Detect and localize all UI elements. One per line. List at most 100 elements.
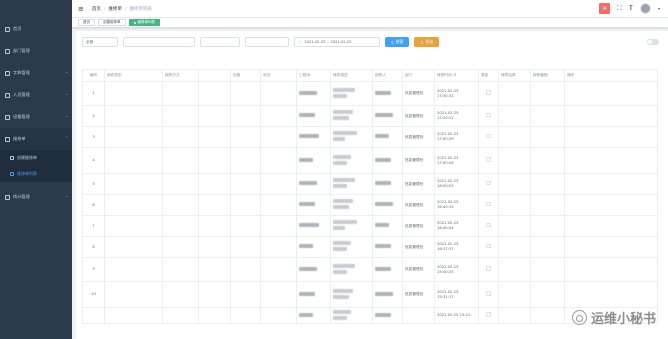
cell-type xyxy=(104,257,163,282)
redacted-text xyxy=(299,312,313,317)
avatar[interactable] xyxy=(639,3,651,14)
cell-result xyxy=(498,147,531,174)
close-icon[interactable]: ✕ xyxy=(599,3,611,14)
sidebar: 首页 部门管理 字典管理 ⌄ 人员管理 ⌄ 设备管理 ⌄ 维修单 ⌃ 创建维修单 维修单… xyxy=(0,0,72,339)
cell-description xyxy=(330,281,373,308)
cell-id: 2 xyxy=(82,105,105,127)
chevron-down-icon: ⌄ xyxy=(65,92,68,96)
sort-icon[interactable]: ⇵ xyxy=(453,73,456,77)
cell-urgent xyxy=(478,215,499,237)
breadcrumb-item[interactable]: 首页 xyxy=(92,7,101,12)
sidebar-item-dictionary[interactable]: 字典管理 ⌄ xyxy=(0,62,72,84)
caret-down-icon[interactable]: ▾ xyxy=(658,6,660,11)
cell-id: 3 xyxy=(82,126,105,148)
status-select[interactable]: 全部 ⌄ xyxy=(82,37,118,47)
chevron-down-icon: ⌄ xyxy=(111,40,114,44)
redacted-text xyxy=(333,87,355,92)
export-button[interactable]: ↧ 导出 xyxy=(414,37,440,47)
sidebar-item-user[interactable]: 人员管理 ⌄ xyxy=(0,84,72,106)
chevron-down-icon: ⌄ xyxy=(233,40,236,44)
urgent-checkbox[interactable] xyxy=(486,291,491,296)
fullscreen-icon[interactable]: ⛶ xyxy=(617,4,622,13)
cell-description xyxy=(330,257,373,282)
tag-home[interactable]: 首页 xyxy=(78,19,95,26)
cell-reporter xyxy=(372,126,403,148)
type-select[interactable]: ⌄ xyxy=(200,37,240,47)
urgent-checkbox[interactable] xyxy=(486,312,491,317)
redacted-text xyxy=(333,294,349,299)
cell-result xyxy=(498,81,531,106)
table-row: 2 信息管理处 2021-02-25 17:20:12 xyxy=(82,105,658,127)
device-icon xyxy=(5,114,10,120)
urgent-checkbox[interactable] xyxy=(486,90,491,95)
cell-method xyxy=(162,81,199,106)
sidebar-subitem-list[interactable]: 维修单列表 xyxy=(0,166,72,182)
column-header: 紧急 xyxy=(478,69,499,82)
sidebar-item-home[interactable]: 首页 xyxy=(0,18,72,40)
cell-actions xyxy=(564,215,658,237)
redacted-text xyxy=(333,116,349,120)
cell-reporter xyxy=(372,194,403,216)
cell-id: 7 xyxy=(82,215,105,237)
urgent-checkbox[interactable] xyxy=(486,243,491,249)
column-header[interactable]: 维修时间 ⇵ xyxy=(434,69,479,82)
cell-urgent xyxy=(478,281,499,308)
cell-equipment xyxy=(230,307,261,324)
cell-department: 信息管理处 xyxy=(402,147,435,174)
cell-urgent xyxy=(478,307,499,324)
urgent-checkbox[interactable] xyxy=(486,266,491,271)
cell-reporter xyxy=(372,257,403,282)
sidebar-subitem-create[interactable]: 创建维修单 xyxy=(0,150,72,166)
urgent-checkbox[interactable] xyxy=(486,222,491,228)
cell-urgent xyxy=(478,194,499,216)
breadcrumb-separator: / xyxy=(124,6,127,12)
department-select[interactable]: ⌄ xyxy=(123,37,195,47)
cell-engineer xyxy=(296,281,331,308)
cell-equipment xyxy=(230,126,261,148)
sidebar-item-statistics[interactable]: 统计管理 ⌄ xyxy=(0,186,72,208)
urgent-checkbox[interactable] xyxy=(486,180,491,186)
cell-engineer xyxy=(296,105,331,127)
cell-type xyxy=(104,81,163,106)
urgent-checkbox[interactable] xyxy=(486,112,491,118)
text-size-icon[interactable]: 𝐓 xyxy=(629,4,633,13)
search-button[interactable]: ⚲ 搜索 xyxy=(385,37,410,47)
cell-detail xyxy=(198,215,231,237)
hamburger-icon[interactable]: ≡ xyxy=(78,5,84,13)
sidebar-item-label: 字典管理 xyxy=(13,70,30,75)
breadcrumb: 首页 / 维修单 / 维修单列表 xyxy=(92,6,152,12)
cell-equipment xyxy=(230,147,261,174)
sidebar-item-repair-order[interactable]: 维修单 ⌃ xyxy=(0,128,72,150)
cell-method xyxy=(162,194,199,216)
date-range-picker[interactable]: □ 2021-02-25-2021-02-25 xyxy=(294,37,380,47)
redacted-text xyxy=(375,202,393,206)
cell-actions xyxy=(564,147,658,174)
sidebar-item-device[interactable]: 设备管理 ⌄ xyxy=(0,106,72,128)
cell-id: 10 xyxy=(82,281,105,308)
repair-order-icon xyxy=(5,136,10,142)
toggle-switch[interactable] xyxy=(647,39,659,45)
tag-list[interactable]: 维修单列表 xyxy=(128,19,160,26)
toggle-wrap xyxy=(647,39,662,45)
redacted-text xyxy=(333,205,349,209)
department-icon xyxy=(5,48,10,54)
cell-screenshot xyxy=(530,236,565,258)
cell-status xyxy=(260,81,297,106)
keyword-input[interactable] xyxy=(245,37,289,47)
redacted-text xyxy=(299,181,317,185)
cell-reporter xyxy=(372,215,403,237)
breadcrumb-item[interactable]: 维修单 xyxy=(108,7,122,12)
tag-create[interactable]: 创建维修单 xyxy=(98,19,126,26)
table-row: 5 信息管理处 2021-02-25 16:50:03 xyxy=(82,173,658,195)
date-start: 2021-02-25 xyxy=(304,40,326,44)
urgent-checkbox[interactable] xyxy=(486,133,491,139)
cell-actions xyxy=(564,173,658,195)
cell-description xyxy=(330,236,373,258)
urgent-checkbox[interactable] xyxy=(486,157,491,162)
cell-equipment xyxy=(230,215,261,237)
cell-urgent xyxy=(478,147,499,174)
cell-type xyxy=(104,307,163,324)
sidebar-item-department[interactable]: 部门管理 xyxy=(0,40,72,62)
cell-detail xyxy=(198,81,231,106)
urgent-checkbox[interactable] xyxy=(486,201,491,207)
